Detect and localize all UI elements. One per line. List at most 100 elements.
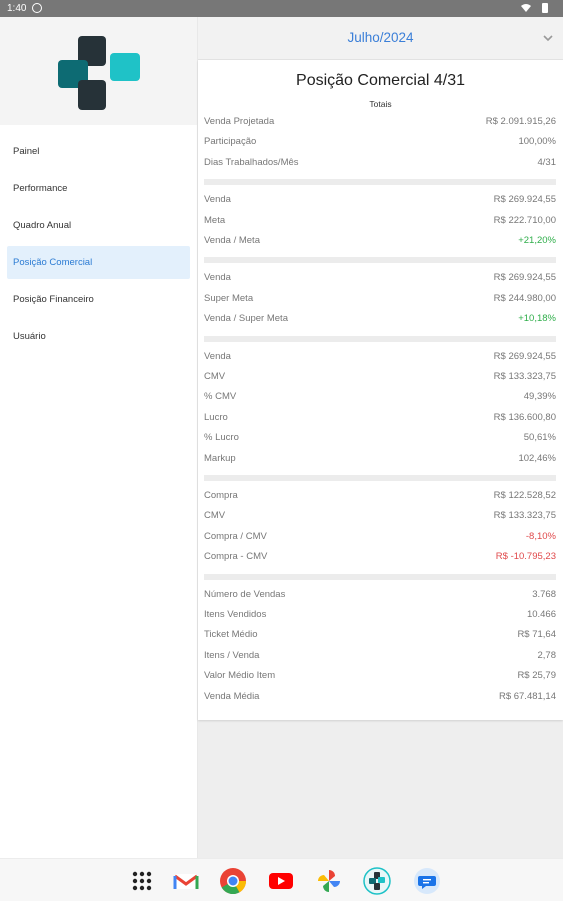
- report-row: Compra / CMV -8,10%: [204, 531, 556, 547]
- messages-icon[interactable]: [413, 867, 441, 895]
- row-value: R$ 133.323,75: [493, 371, 556, 382]
- report-row: Meta R$ 222.710,00: [204, 215, 556, 231]
- report-row: % Lucro 50,61%: [204, 432, 556, 448]
- sidebar-item-label: Posição Financeiro: [13, 294, 94, 305]
- report-row: Número de Vendas 3.768: [204, 589, 556, 605]
- row-label: % CMV: [204, 391, 237, 403]
- chevron-down-icon[interactable]: [543, 33, 553, 43]
- row-value: 100,00%: [518, 136, 556, 148]
- row-value: 2,78: [537, 649, 557, 661]
- row-value: +21,20%: [518, 235, 556, 246]
- sidebar-item[interactable]: Painel: [7, 135, 190, 168]
- report-subtitle: Totais: [369, 99, 392, 109]
- month-selector[interactable]: Julho/2024: [198, 17, 563, 60]
- row-label: Venda: [204, 350, 231, 362]
- report-card: Posição Comercial 4/31 Totais Venda Proj…: [198, 60, 563, 720]
- row-value: R$ 67.481,14: [498, 690, 556, 702]
- row-label: CMV: [204, 371, 226, 382]
- row-value: R$ 222.710,00: [493, 214, 556, 226]
- row-label: Markup: [204, 452, 236, 464]
- row-label: Venda: [204, 194, 231, 206]
- group-separator: [204, 257, 556, 264]
- sidebar: Painel Performance Quadro Anual Posição Com…: [0, 17, 198, 858]
- report-row: % CMV 49,39%: [204, 391, 556, 407]
- status-bar: 1:40: [0, 0, 563, 17]
- sidebar-item[interactable]: Performance: [7, 172, 190, 205]
- row-label: Meta: [204, 214, 226, 226]
- row-label: Dias Trabalhados/Mês: [204, 156, 299, 168]
- status-time: 1:40: [7, 3, 27, 14]
- row-label: Venda Média: [204, 690, 260, 702]
- report-row: Venda R$ 269.924,55: [204, 272, 556, 288]
- main-content: Julho/2024 Posição Comercial 4/31 Totais…: [198, 17, 563, 858]
- report-row: Itens Vendidos 10.466: [204, 609, 556, 625]
- row-label: Participação: [204, 136, 257, 148]
- battery-icon: [542, 3, 548, 13]
- row-value: R$ 133.323,75: [493, 510, 556, 522]
- report-row: Valor Médio Item R$ 25,79: [204, 670, 556, 686]
- row-value: R$ 25,79: [517, 670, 556, 682]
- row-value: R$ 269.924,55: [493, 194, 556, 206]
- report-title: Posição Comercial 4/31: [296, 72, 465, 89]
- row-label: Compra - CMV: [204, 551, 268, 563]
- row-value: R$ 269.924,55: [493, 350, 556, 362]
- row-label: % Lucro: [204, 432, 239, 444]
- report-row: Dias Trabalhados/Mês 4/31: [204, 157, 556, 173]
- report-row: Participação 100,00%: [204, 136, 556, 152]
- row-label: Itens Vendidos: [204, 609, 267, 620]
- sidebar-item[interactable]: Posição Financeiro: [7, 283, 190, 316]
- photos-icon[interactable]: [315, 867, 343, 895]
- report-row: Venda Projetada R$ 2.091.915,26: [204, 116, 556, 132]
- sidebar-item[interactable]: Usuário: [7, 320, 190, 353]
- report-row: Super Meta R$ 244.980,00: [204, 293, 556, 309]
- report-row: Ticket Médio R$ 71,64: [204, 629, 556, 645]
- row-label: Número de Vendas: [204, 588, 286, 600]
- sidebar-item-label: Painel: [13, 146, 40, 157]
- app-drawer-icon[interactable]: [128, 867, 156, 895]
- notification-icon: [32, 3, 42, 13]
- row-value: R$ 244.980,00: [493, 292, 556, 304]
- row-label: Compra: [204, 490, 238, 501]
- youtube-icon[interactable]: [267, 867, 295, 895]
- report-row: Venda / Meta +21,20%: [204, 235, 556, 251]
- row-value: +10,18%: [518, 313, 556, 325]
- row-label: Venda Projetada: [204, 116, 275, 127]
- report-row: Compra R$ 122.528,52: [204, 490, 556, 506]
- app-logo-icon: [58, 36, 140, 110]
- sidebar-item[interactable]: Posição Comercial: [7, 246, 190, 279]
- row-label: Ticket Médio: [204, 629, 258, 641]
- row-value: R$ 2.091.915,26: [485, 116, 556, 127]
- row-label: Lucro: [204, 411, 228, 423]
- gmail-icon[interactable]: [172, 867, 200, 895]
- sidebar-item-label: Usuário: [13, 331, 46, 342]
- sidebar-item-label: Performance: [13, 183, 68, 194]
- chrome-icon[interactable]: [219, 867, 247, 895]
- sidebar-nav: Painel Performance Quadro Anual Posição Com…: [0, 135, 197, 353]
- row-value: R$ 71,64: [517, 629, 556, 641]
- row-value: 4/31: [537, 156, 557, 168]
- month-label: Julho/2024: [347, 30, 414, 45]
- group-separator: [204, 179, 556, 186]
- group-separator: [204, 573, 556, 580]
- report-row: Lucro R$ 136.600,80: [204, 412, 556, 428]
- sidebar-item-label: Quadro Anual: [13, 220, 72, 231]
- report-row: CMV R$ 133.323,75: [204, 510, 556, 526]
- row-value: 49,39%: [523, 391, 556, 403]
- report-row: Markup 102,46%: [204, 453, 556, 469]
- report-row: Venda Média R$ 67.481,14: [204, 691, 556, 707]
- row-label: Valor Médio Item: [204, 670, 276, 682]
- report-row: Venda R$ 269.924,55: [204, 194, 556, 210]
- group-separator: [204, 335, 556, 342]
- row-value: R$ 122.528,52: [493, 490, 556, 501]
- row-label: Compra / CMV: [204, 530, 267, 542]
- row-value: 10.466: [526, 609, 556, 620]
- app-logo-icon[interactable]: [363, 867, 391, 895]
- row-label: Super Meta: [204, 292, 254, 304]
- report-row: Venda / Super Meta +10,18%: [204, 313, 556, 329]
- report-row: Compra - CMV R$ -10.795,23: [204, 551, 556, 567]
- sidebar-item[interactable]: Quadro Anual: [7, 209, 190, 242]
- report-row: Itens / Venda 2,78: [204, 650, 556, 666]
- report-row: CMV R$ 133.323,75: [204, 371, 556, 387]
- row-value: -8,10%: [525, 530, 556, 542]
- report-row: Venda R$ 269.924,55: [204, 351, 556, 367]
